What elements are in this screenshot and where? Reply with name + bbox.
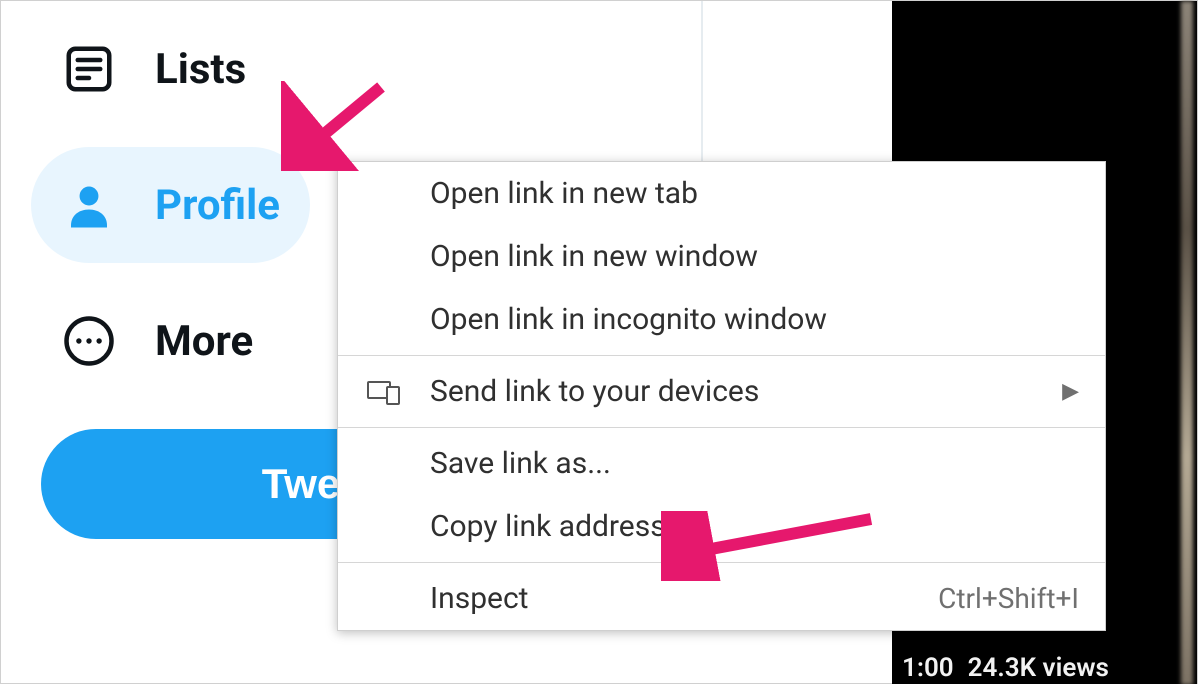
ctx-label: Inspect <box>430 581 912 616</box>
ctx-label: Open link in incognito window <box>430 302 1079 337</box>
ctx-send-to-devices[interactable]: Send link to your devices ▶ <box>338 360 1105 423</box>
ctx-shortcut: Ctrl+Shift+I <box>938 582 1079 615</box>
sidebar-item-more[interactable]: More <box>31 283 283 399</box>
ctx-save-link-as[interactable]: Save link as... <box>338 432 1105 495</box>
ctx-label: Save link as... <box>430 446 1079 481</box>
ctx-open-new-window[interactable]: Open link in new window <box>338 225 1105 288</box>
ctx-open-incognito[interactable]: Open link in incognito window <box>338 288 1105 351</box>
ctx-label: Open link in new tab <box>430 176 1079 211</box>
ctx-label: Open link in new window <box>430 239 1079 274</box>
ctx-copy-link-address[interactable]: Copy link address <box>338 495 1105 558</box>
chevron-right-icon: ▶ <box>1062 379 1079 404</box>
context-menu-separator <box>338 355 1105 356</box>
devices-icon <box>364 379 404 405</box>
ctx-label: Send link to your devices <box>430 374 1036 409</box>
tweet-button-label: Twe <box>262 460 341 508</box>
context-menu-separator <box>338 427 1105 428</box>
ctx-label: Copy link address <box>430 509 1079 544</box>
context-menu-separator <box>338 562 1105 563</box>
ctx-inspect[interactable]: Inspect Ctrl+Shift+I <box>338 567 1105 630</box>
sidebar-item-label: More <box>155 317 253 366</box>
video-edge <box>1181 1 1193 684</box>
sidebar-item-lists[interactable]: Lists <box>31 11 276 127</box>
more-icon <box>61 313 117 369</box>
list-icon <box>61 41 117 97</box>
sidebar-item-label: Lists <box>155 45 246 94</box>
column-divider <box>701 1 703 171</box>
video-views: 24.3K views <box>968 653 1109 683</box>
video-time: 1:00 <box>902 653 954 683</box>
sidebar-item-profile[interactable]: Profile <box>31 147 310 263</box>
ctx-open-new-tab[interactable]: Open link in new tab <box>338 162 1105 225</box>
sidebar-item-label: Profile <box>155 181 280 230</box>
video-overlay: 1:00 24.3K views <box>892 653 1197 683</box>
context-menu: Open link in new tab Open link in new wi… <box>337 161 1106 631</box>
person-icon <box>61 177 117 233</box>
